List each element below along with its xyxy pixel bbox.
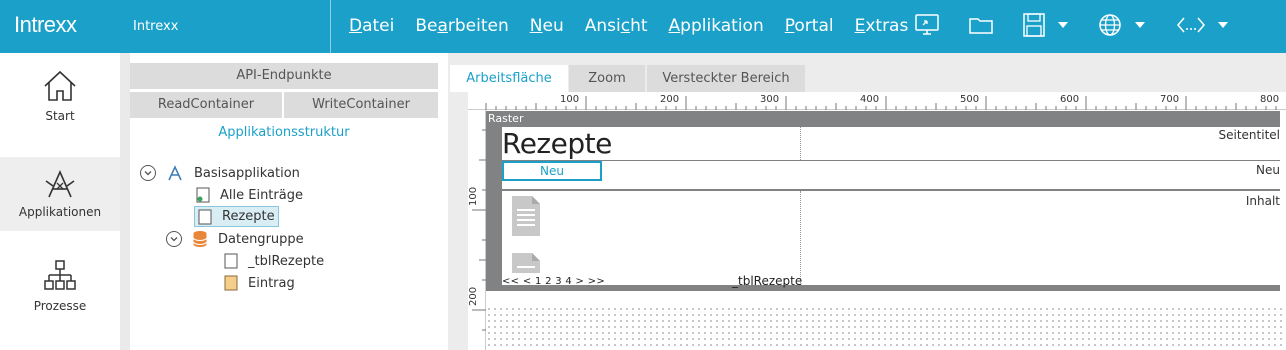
home-icon bbox=[44, 70, 76, 101]
ruler-label: 200 bbox=[660, 94, 680, 105]
code-icon bbox=[1177, 17, 1205, 33]
tree-node-eintrag[interactable]: Eintrag bbox=[224, 273, 295, 293]
tree-label-alle-eintraege: Alle Einträge bbox=[220, 187, 303, 203]
tab-writecontainer[interactable]: WriteContainer bbox=[284, 92, 438, 118]
neu-label: Neu bbox=[1256, 163, 1280, 177]
table-icon bbox=[224, 253, 238, 269]
intrexx-logo: Intrexx bbox=[14, 12, 77, 37]
document-icon bbox=[512, 253, 540, 273]
column-divider bbox=[800, 127, 801, 160]
ruler-label: 700 bbox=[1160, 94, 1180, 105]
tree-label-tblrezepte: _tblRezepte bbox=[248, 253, 325, 269]
document-icon bbox=[512, 196, 540, 236]
page-icon bbox=[196, 187, 210, 203]
pager[interactable]: << < 1 2 3 4 > >> bbox=[502, 276, 605, 287]
chevron-down-icon bbox=[1218, 22, 1228, 28]
page-heading[interactable]: Rezepte bbox=[502, 127, 612, 160]
tree-node-alle-eintraege[interactable]: Alle Einträge bbox=[196, 185, 303, 205]
ruler-label: 600 bbox=[1060, 94, 1080, 105]
chevron-down-icon bbox=[1058, 22, 1068, 28]
processes-icon bbox=[44, 260, 76, 290]
horizontal-ruler: 100 200 300 400 500 600 700 800 bbox=[468, 92, 1286, 110]
page-editor: Arbeitsfläche Zoom Versteckter Bereich 1… bbox=[448, 53, 1286, 350]
tree-node-rezepte[interactable]: Rezepte bbox=[194, 206, 279, 227]
tree-label-rezepte: Rezepte bbox=[222, 209, 275, 224]
topbar-divider bbox=[330, 0, 331, 53]
database-icon bbox=[193, 231, 207, 247]
menu-portal[interactable]: Portal bbox=[785, 16, 834, 36]
vertical-ruler: 100 200 bbox=[468, 110, 486, 350]
nav-applikationen-label: Applikationen bbox=[18, 205, 102, 219]
entry-icon bbox=[224, 275, 238, 291]
code-button[interactable] bbox=[1176, 12, 1228, 38]
tab-zoom[interactable]: Zoom bbox=[569, 65, 645, 92]
app-name: Intrexx bbox=[133, 19, 179, 34]
tree-label-eintrag: Eintrag bbox=[248, 275, 295, 291]
tree-label-basisapplikation: Basisapplikation bbox=[194, 165, 300, 181]
raster-label: Raster bbox=[488, 112, 524, 125]
section-inhalt[interactable]: Inhalt << < 1 2 3 4 > >> _tblRezepte bbox=[502, 191, 1282, 288]
save-icon bbox=[1023, 13, 1045, 37]
nav-applikationen[interactable]: Applikationen bbox=[0, 157, 120, 231]
nav-start-label: Start bbox=[45, 109, 75, 123]
neu-button[interactable]: Neu bbox=[502, 161, 602, 181]
left-navigation: Start Applikationen Prozesse bbox=[0, 53, 120, 350]
seitentitel-label: Seitentitel bbox=[1218, 128, 1281, 142]
globe-icon bbox=[1099, 14, 1121, 36]
applications-icon bbox=[45, 170, 75, 198]
open-folder-button[interactable] bbox=[968, 12, 994, 38]
grid-dots bbox=[486, 306, 1286, 350]
application-structure-panel: API-Endpunkte ReadContainer WriteContain… bbox=[120, 53, 448, 350]
inhalt-label: Inhalt bbox=[1245, 194, 1280, 208]
tree-node-tblrezepte[interactable]: _tblRezepte bbox=[224, 251, 324, 271]
page-icon bbox=[198, 209, 212, 224]
ruler-label: 100 bbox=[468, 186, 479, 206]
table-name-label: _tblRezepte bbox=[732, 274, 803, 288]
menu-extras[interactable]: Extras bbox=[855, 16, 909, 36]
nav-start[interactable]: Start bbox=[0, 69, 120, 143]
tree-node-basisapplikation[interactable]: Basisapplikation bbox=[140, 163, 300, 183]
ruler-label: 100 bbox=[560, 94, 580, 105]
remote-desktop-icon bbox=[915, 14, 939, 35]
ruler-label: 800 bbox=[1260, 94, 1280, 105]
section-neu[interactable]: Neu Neu bbox=[502, 161, 1282, 189]
ruler-label: 200 bbox=[468, 286, 479, 306]
collapse-icon[interactable] bbox=[140, 165, 156, 181]
tree-node-datengruppe[interactable]: Datengruppe bbox=[166, 229, 304, 249]
structure-title: Applikationsstruktur bbox=[218, 125, 350, 140]
tab-arbeitsflaeche[interactable]: Arbeitsfläche bbox=[450, 65, 568, 92]
remote-desktop-button[interactable] bbox=[914, 12, 940, 38]
tab-versteckter-bereich[interactable]: Versteckter Bereich bbox=[647, 65, 805, 92]
top-bar: Intrexx Intrexx Datei Bearbeiten Neu Ans… bbox=[0, 0, 1286, 53]
ruler-ticks bbox=[472, 129, 486, 331]
ruler-label: 500 bbox=[960, 94, 980, 105]
tab-api-endpunkte[interactable]: API-Endpunkte bbox=[130, 63, 438, 89]
tree-label-datengruppe: Datengruppe bbox=[218, 231, 304, 247]
section-seitentitel[interactable]: Rezepte Seitentitel bbox=[502, 127, 1282, 160]
column-divider bbox=[800, 191, 801, 285]
application-icon bbox=[168, 165, 182, 181]
menu-datei[interactable]: Datei bbox=[349, 16, 394, 36]
design-canvas[interactable]: 100 200 300 400 500 600 700 800 100 200 … bbox=[468, 92, 1286, 350]
save-button[interactable] bbox=[1022, 12, 1068, 38]
collapse-icon[interactable] bbox=[166, 231, 182, 247]
chevron-down-icon bbox=[1135, 22, 1145, 28]
nav-prozesse-label: Prozesse bbox=[33, 299, 87, 313]
ruler-label: 300 bbox=[760, 94, 780, 105]
menu-ansicht[interactable]: Ansicht bbox=[585, 16, 648, 36]
language-button[interactable] bbox=[1097, 12, 1145, 38]
tab-readcontainer[interactable]: ReadContainer bbox=[130, 92, 282, 118]
raster-area[interactable]: Raster Rezepte Seitentitel Neu Neu Inhal… bbox=[486, 111, 1282, 291]
menu-applikation[interactable]: Applikation bbox=[669, 16, 764, 36]
ruler-label: 400 bbox=[860, 94, 880, 105]
nav-prozesse[interactable]: Prozesse bbox=[0, 259, 120, 333]
folder-icon bbox=[969, 18, 993, 34]
main-menu: Datei Bearbeiten Neu Ansicht Applikation… bbox=[349, 16, 929, 36]
menu-bearbeiten[interactable]: Bearbeiten bbox=[415, 16, 508, 36]
menu-neu[interactable]: Neu bbox=[530, 16, 564, 36]
